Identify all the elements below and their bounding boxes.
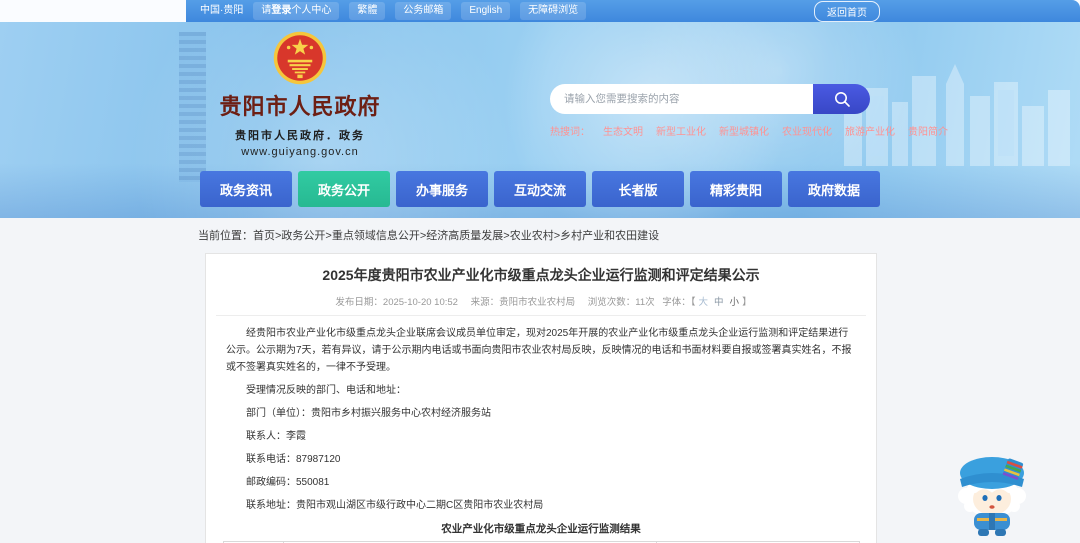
font-size-medium[interactable]: 中: [714, 297, 724, 308]
nav-item[interactable]: 精彩贵阳: [690, 171, 782, 207]
breadcrumb-path[interactable]: 首页>政务公开>重点领域信息公开>经济高质量发展>农业农村>乡村产业和农田建设: [253, 230, 659, 242]
article-meta: 发布日期：2025-10-20 10:52 来源：贵阳市农业农村局 浏览次数：1…: [206, 294, 876, 308]
breadcrumb: 当前位置：首页>政务公开>重点领域信息公开>经济高质量发展>农业农村>乡村产业和…: [198, 227, 659, 243]
topbar-strip: 中国·贵阳 请登录个人中心 繁體 公务邮箱 English 无障碍浏览 返回首页: [186, 0, 1080, 22]
site-title: 贵阳市人民政府: [219, 94, 381, 119]
nav-item[interactable]: 政务公开: [298, 171, 390, 207]
topbar: 中国·贵阳 请登录个人中心 繁體 公务邮箱 English 无障碍浏览 返回首页: [0, 0, 1080, 22]
topbar-link[interactable]: 请登录个人中心: [253, 2, 340, 20]
search-icon: [834, 92, 850, 107]
site-url: www.guiyang.gov.cn: [241, 146, 359, 158]
article-paragraph: 经贵阳市农业产业化市级重点龙头企业联席会议成员单位审定，现对2025年开展的农业…: [226, 328, 852, 373]
font-size-large[interactable]: 大: [699, 297, 709, 308]
article-body: 经贵阳市农业产业化市级重点龙头企业联席会议成员单位审定，现对2025年开展的农业…: [206, 325, 876, 514]
article-paragraph: 受理情况反映的部门、电话和地址：: [246, 385, 406, 396]
font-size-close: 】: [742, 297, 752, 308]
hot-search-label: 热搜词：: [550, 127, 590, 138]
national-emblem-icon: [273, 31, 327, 85]
article-source: 来源：贵阳市农业农村局: [470, 297, 576, 308]
table-caption: 农业产业化市级重点龙头企业运行监测结果: [441, 523, 641, 535]
topbar-link[interactable]: English: [461, 2, 511, 20]
font-size-small[interactable]: 小: [730, 297, 740, 308]
search-input[interactable]: [550, 84, 813, 114]
nav-item[interactable]: 办事服务: [396, 171, 488, 207]
mascot-assistant[interactable]: [948, 444, 1036, 536]
topbar-link[interactable]: 繁體: [349, 2, 386, 20]
article-card: 2025年度贵阳市农业产业化市级重点龙头企业运行监测和评定结果公示 发布日期：2…: [205, 253, 877, 543]
topbar-link[interactable]: 公务邮箱: [395, 2, 452, 20]
article-paragraph: 邮政编码：550081: [246, 477, 330, 488]
hot-search-word[interactable]: 贵阳简介: [908, 123, 948, 138]
topbar-links: 中国·贵阳 请登录个人中心 繁體 公务邮箱 English 无障碍浏览 返回首页: [200, 0, 880, 22]
article-title: 2025年度贵阳市农业产业化市级重点龙头企业运行监测和评定结果公示: [322, 267, 760, 283]
hot-search-row: 热搜词： 生态文明 新型工业化 新型城镇化 农业现代化 旅游产业化 贵阳简介: [550, 123, 948, 138]
publish-date: 发布日期：2025-10-20 10:52: [335, 297, 458, 308]
topbar-link[interactable]: 中国·贵阳: [200, 4, 243, 18]
nav-item[interactable]: 政务资讯: [200, 171, 292, 207]
search-area: 热搜词： 生态文明新型工业化新型城镇化农业现代化旅游产业化贵阳简介: [550, 84, 948, 138]
meta-divider: [216, 315, 866, 316]
home-button[interactable]: 返回首页: [814, 0, 880, 22]
view-count: 浏览次数：11次: [587, 297, 655, 308]
article-paragraph: 联系电话：87987120: [246, 454, 341, 465]
font-size-label: 字体：【: [662, 297, 696, 308]
hot-search-word[interactable]: 农业现代化: [782, 123, 832, 138]
hot-search-word[interactable]: 新型城镇化: [719, 123, 769, 138]
article-paragraph: 联系人：李霞: [246, 431, 306, 442]
nav-item[interactable]: 政府数据: [788, 171, 880, 207]
article-paragraph: 联系地址：贵阳市观山湖区市级行政中心二期C区贵阳市农业农村局: [246, 500, 544, 511]
topbar-link[interactable]: 无障碍浏览: [520, 2, 587, 20]
nav-item[interactable]: 互动交流: [494, 171, 586, 207]
hot-search-word[interactable]: 旅游产业化: [845, 123, 895, 138]
hot-search-word[interactable]: 生态文明: [603, 123, 643, 138]
article-paragraph: 部门（单位）：贵阳市乡村振兴服务中心农村经济服务站: [246, 408, 491, 419]
nav-item[interactable]: 长者版: [592, 171, 684, 207]
main-nav: 政务资讯 政务公开 办事服务 互动交流 长者版 精彩贵阳 政府数据: [200, 171, 880, 207]
page: 中国·贵阳请登录个人中心繁體公务邮箱 English 无障碍浏览 返回首页: [0, 0, 1080, 543]
breadcrumb-label: 当前位置：: [198, 230, 253, 242]
site-subtitle: 贵阳市人民政府．政务: [235, 130, 365, 142]
hot-search-word[interactable]: 新型工业化: [656, 123, 706, 138]
search-button[interactable]: [813, 84, 870, 114]
site-logo[interactable]: 贵阳市人民政府 贵阳市人民政府．政务 www.guiyang.gov.cn: [200, 30, 400, 158]
city-skyline: [844, 64, 1070, 166]
font-size-control: 字体：【大中小】: [662, 297, 751, 308]
